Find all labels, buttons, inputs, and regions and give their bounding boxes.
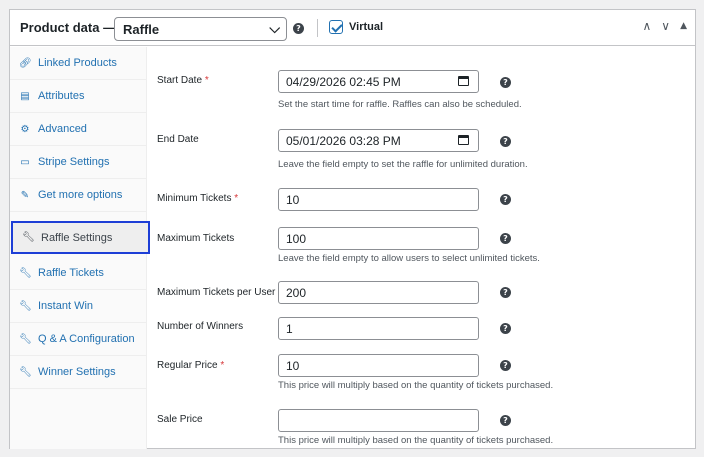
virtual-checkbox[interactable]: Virtual xyxy=(329,20,383,34)
tab-label: Stripe Settings xyxy=(38,156,110,168)
help-icon[interactable]: ? xyxy=(500,360,511,371)
plugin-icon: ✎ xyxy=(20,189,30,201)
product-data-tabs: 🔗︎ Linked Products ▤ Attributes ⚙ Advanced … xyxy=(10,47,150,449)
wrench-icon: 🔧︎ xyxy=(19,366,32,378)
product-type-value: Raffle xyxy=(123,22,160,37)
regular-price-label: Regular Price * xyxy=(157,360,225,371)
panel-controls: ∧ ∨ ▲ xyxy=(642,19,687,33)
tab-raffle-settings[interactable]: 🔧︎ Raffle Settings xyxy=(11,221,150,254)
raffle-settings-panel: Start Date * 04/29/2026 02:45 PM ? Set t… xyxy=(148,47,695,449)
help-icon[interactable]: ? xyxy=(500,194,511,205)
collapse-icon[interactable]: ▲ xyxy=(680,19,687,33)
sale-price-description: This price will multiply based on the qu… xyxy=(278,435,554,446)
panel-title: Product data — xyxy=(20,20,117,35)
tab-get-more-options[interactable]: ✎ Get more options xyxy=(10,179,147,212)
calendar-icon[interactable] xyxy=(458,76,469,86)
start-date-description: Set the start time for raffle. Raffles c… xyxy=(278,99,522,110)
gear-icon: ⚙ xyxy=(20,123,30,135)
max-per-user-label: Maximum Tickets per User xyxy=(157,287,276,298)
tab-label: Raffle Tickets xyxy=(38,267,104,279)
wrench-icon: 🔧︎ xyxy=(19,267,32,279)
wrench-icon: 🔧︎ xyxy=(22,232,35,243)
help-icon[interactable]: ? xyxy=(500,136,511,147)
tab-label: Attributes xyxy=(38,90,85,102)
move-up-icon[interactable]: ∧ xyxy=(642,19,651,33)
chevron-down-icon: ⌵ xyxy=(269,20,280,36)
max-tickets-input[interactable]: 100 xyxy=(278,227,479,250)
link-icon: 🔗︎ xyxy=(19,57,32,69)
calendar-icon[interactable] xyxy=(458,135,469,145)
tab-label: Instant Win xyxy=(38,300,94,312)
card-icon: ▭ xyxy=(20,156,30,168)
help-icon[interactable]: ? xyxy=(500,233,511,244)
max-per-user-input[interactable]: 200 xyxy=(278,281,479,304)
tab-qa-configuration[interactable]: 🔧︎ Q & A Configuration xyxy=(10,323,147,356)
num-winners-label: Number of Winners xyxy=(157,321,244,332)
regular-price-description: This price will multiply based on the qu… xyxy=(278,380,554,391)
tab-label: Get more options xyxy=(38,189,123,201)
tab-instant-win[interactable]: 🔧︎ Instant Win xyxy=(10,290,147,323)
tab-label: Advanced xyxy=(38,123,87,135)
help-icon[interactable]: ? xyxy=(500,323,511,334)
tab-linked-products[interactable]: 🔗︎ Linked Products xyxy=(10,47,147,80)
sale-price-label: Sale Price xyxy=(157,414,203,425)
tab-raffle-tickets[interactable]: 🔧︎ Raffle Tickets xyxy=(10,257,147,290)
end-date-label: End Date xyxy=(157,134,199,145)
wrench-icon: 🔧︎ xyxy=(19,333,32,345)
start-date-input[interactable]: 04/29/2026 02:45 PM xyxy=(278,70,479,93)
regular-price-input[interactable]: 10 xyxy=(278,354,479,377)
panel-header: Product data — Raffle ⌵ ? Virtual ∧ ∨ ▲ xyxy=(10,10,695,46)
product-data-panel: Product data — Raffle ⌵ ? Virtual ∧ ∨ ▲ … xyxy=(9,9,696,449)
max-tickets-description: Leave the field empty to allow users to … xyxy=(278,253,540,264)
tab-stripe-settings[interactable]: ▭ Stripe Settings xyxy=(10,146,147,179)
num-winners-input[interactable]: 1 xyxy=(278,317,479,340)
help-icon[interactable]: ? xyxy=(500,415,511,426)
start-date-label: Start Date * xyxy=(157,75,209,86)
help-icon[interactable]: ? xyxy=(500,287,511,298)
checkbox-checked-icon[interactable] xyxy=(329,20,343,34)
tab-winner-settings[interactable]: 🔧︎ Winner Settings xyxy=(10,356,147,389)
virtual-label: Virtual xyxy=(349,21,384,33)
list-icon: ▤ xyxy=(20,90,30,102)
tab-label: Winner Settings xyxy=(38,366,116,378)
help-icon[interactable]: ? xyxy=(500,77,511,88)
end-date-input[interactable]: 05/01/2026 03:28 PM xyxy=(278,129,479,152)
min-tickets-input[interactable]: 10 xyxy=(278,188,479,211)
end-date-description: Leave the field empty to set the raffle … xyxy=(278,159,528,170)
tab-advanced[interactable]: ⚙ Advanced xyxy=(10,113,147,146)
help-icon[interactable]: ? xyxy=(293,23,304,34)
divider xyxy=(317,19,318,37)
tab-attributes[interactable]: ▤ Attributes xyxy=(10,80,147,113)
sale-price-input[interactable] xyxy=(278,409,479,432)
max-tickets-label: Maximum Tickets xyxy=(157,233,235,244)
tab-label: Linked Products xyxy=(38,57,117,69)
tab-label: Raffle Settings xyxy=(41,231,113,244)
move-down-icon[interactable]: ∨ xyxy=(661,19,670,33)
tab-label: Q & A Configuration xyxy=(38,333,135,345)
product-type-select[interactable]: Raffle ⌵ xyxy=(114,17,287,41)
wrench-icon: 🔧︎ xyxy=(19,300,32,312)
min-tickets-label: Minimum Tickets * xyxy=(157,193,239,204)
